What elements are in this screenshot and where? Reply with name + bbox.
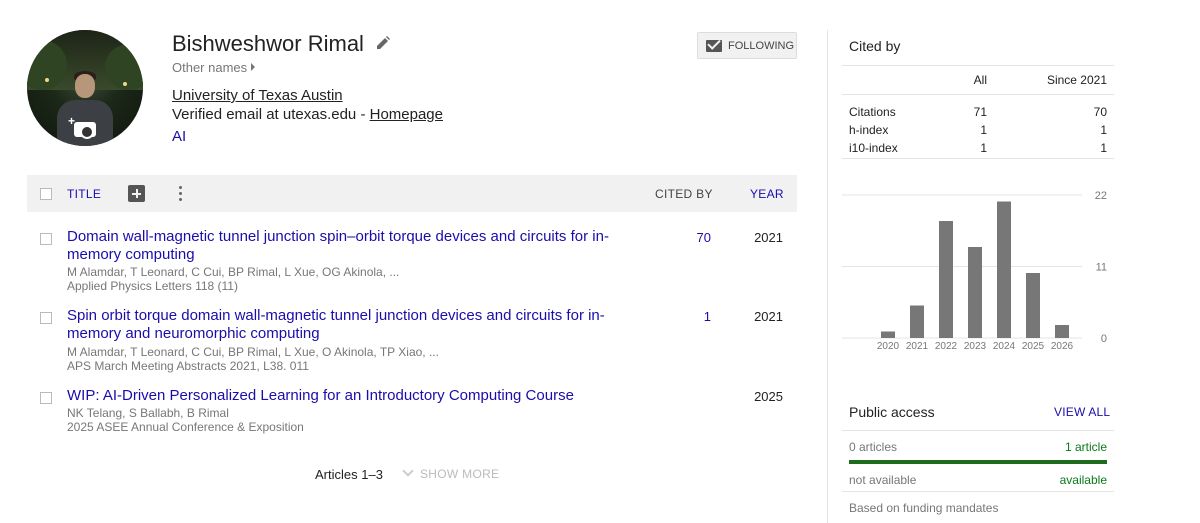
stat-hindex-all: 1 — [980, 123, 987, 137]
article-venue: Applied Physics Letters 118 (11) — [67, 279, 238, 293]
photo-light — [45, 78, 49, 82]
sort-by-title[interactable]: TITLE — [67, 187, 101, 201]
article-authors: NK Telang, S Ballabh, B Rimal — [67, 406, 229, 420]
chart-y-tick-label: 11 — [1096, 262, 1107, 274]
divider — [842, 491, 1114, 492]
sort-by-year[interactable]: YEAR — [750, 187, 784, 201]
stat-i10index-since: 1 — [1100, 141, 1107, 155]
change-photo-camera-icon[interactable] — [74, 122, 96, 139]
available-label: available — [1059, 473, 1107, 487]
chart-bar-2022[interactable] — [939, 221, 953, 338]
stat-citations-all: 71 — [973, 105, 987, 119]
public-access-title: Public access — [849, 404, 935, 420]
article-year: 2021 — [754, 309, 783, 324]
chart-y-tick-label: 22 — [1095, 190, 1107, 202]
profile-name: Bishweshwor Rimal — [172, 31, 364, 56]
public-access-bar — [849, 460, 1107, 464]
divider — [842, 94, 1114, 95]
article-authors: M Alamdar, T Leonard, C Cui, BP Rimal, L… — [67, 345, 439, 359]
article-venue: APS March Meeting Abstracts 2021, L38. 0… — [67, 359, 309, 373]
citations-bar-chart: 0 11 22 2020 2021 2022 2023 2024 2025 2026 — [842, 190, 1107, 352]
edit-pencil-icon[interactable] — [376, 36, 390, 50]
affiliation-link[interactable]: University of Texas Austin — [172, 87, 343, 104]
stat-hindex-label: h-index — [849, 123, 889, 137]
article-title-link[interactable]: WIP: AI-Driven Personalized Learning for… — [67, 387, 652, 405]
show-more-button[interactable]: SHOW MORE — [402, 465, 500, 481]
chart-x-tick-label: 2020 — [877, 341, 900, 352]
photo-person-head — [75, 74, 95, 98]
chart-x-tick-label: 2025 — [1022, 341, 1045, 352]
article-title-link[interactable]: Domain wall-magnetic tunnel junction spi… — [67, 228, 652, 264]
chart-x-tick-label: 2024 — [993, 341, 1016, 352]
funding-mandates-note: Based on funding mandates — [849, 501, 999, 515]
chart-bar-2024[interactable] — [997, 201, 1011, 339]
select-all-checkbox[interactable] — [40, 188, 52, 200]
article-cited-by-link[interactable]: 70 — [687, 230, 711, 245]
col-since-header: Since 2021 — [1046, 73, 1107, 87]
articles-count: Articles 1–3 — [315, 467, 383, 482]
more-options-icon[interactable] — [179, 186, 183, 202]
chart-bar-2023[interactable] — [968, 247, 982, 338]
chart-bar-2021[interactable] — [910, 305, 924, 339]
chart-x-tick-label: 2026 — [1051, 341, 1074, 352]
chart-bar-2020[interactable] — [881, 331, 895, 339]
other-names-label: Other names — [172, 60, 248, 75]
email-text: Verified email at utexas.edu - — [172, 106, 370, 123]
available-count-link[interactable]: 1 article — [1065, 440, 1107, 454]
sort-by-cited[interactable]: CITED BY — [655, 187, 713, 201]
stat-citations-since: 70 — [1093, 105, 1107, 119]
show-more-label: SHOW MORE — [420, 467, 500, 481]
divider — [842, 65, 1114, 66]
stat-i10index-label: i10-index — [849, 141, 898, 155]
chart-bar-2026[interactable] — [1055, 325, 1069, 338]
article-year: 2025 — [754, 389, 783, 404]
chart-x-tick-label: 2023 — [964, 341, 987, 352]
not-available-count: 0 articles — [849, 440, 898, 454]
article-year: 2021 — [754, 230, 783, 245]
add-photo-plus-icon: + — [68, 114, 76, 128]
article-venue: 2025 ASEE Annual Conference & Exposition — [67, 420, 304, 434]
article-authors: M Alamdar, T Leonard, C Cui, BP Rimal, L… — [67, 265, 400, 279]
stat-i10index-all: 1 — [980, 141, 987, 155]
articles-table-header: TITLE CITED BY YEAR — [27, 175, 797, 212]
add-article-icon[interactable] — [128, 185, 145, 202]
divider — [842, 430, 1114, 431]
not-available-label: not available — [849, 473, 917, 487]
chart-x-tick-label: 2022 — [935, 341, 958, 352]
following-label: FOLLOWING — [728, 39, 795, 52]
chevron-down-icon — [402, 465, 414, 477]
follow-envelope-icon — [706, 39, 722, 52]
chart-x-tick-label: 2021 — [906, 341, 929, 352]
following-button[interactable]: FOLLOWING — [697, 32, 797, 59]
col-all-header: All — [973, 73, 987, 87]
public-access-view-all[interactable]: VIEW ALL — [1054, 405, 1110, 419]
article-checkbox[interactable] — [40, 312, 52, 324]
homepage-link[interactable]: Homepage — [370, 106, 443, 123]
article-checkbox[interactable] — [40, 233, 52, 245]
article-title-link[interactable]: Spin orbit torque domain wall-magnetic t… — [67, 307, 652, 343]
photo-light — [123, 82, 127, 86]
article-cited-by-link[interactable]: 1 — [687, 309, 711, 324]
divider — [842, 158, 1114, 159]
stat-hindex-since: 1 — [1100, 123, 1107, 137]
chart-bar-2025[interactable] — [1026, 273, 1040, 338]
verified-email: Verified email at utexas.edu - Homepage — [172, 106, 443, 123]
chart-y-tick-label: 0 — [1101, 333, 1107, 345]
other-names-toggle[interactable]: Other names — [172, 60, 256, 75]
cited-by-title: Cited by — [849, 38, 901, 54]
panel-divider — [827, 30, 828, 523]
expand-triangle-icon — [251, 63, 256, 71]
research-interest-link[interactable]: AI — [172, 128, 186, 145]
article-checkbox[interactable] — [40, 392, 52, 404]
profile-photo[interactable]: + — [27, 30, 143, 146]
stat-citations-label: Citations — [849, 105, 896, 119]
